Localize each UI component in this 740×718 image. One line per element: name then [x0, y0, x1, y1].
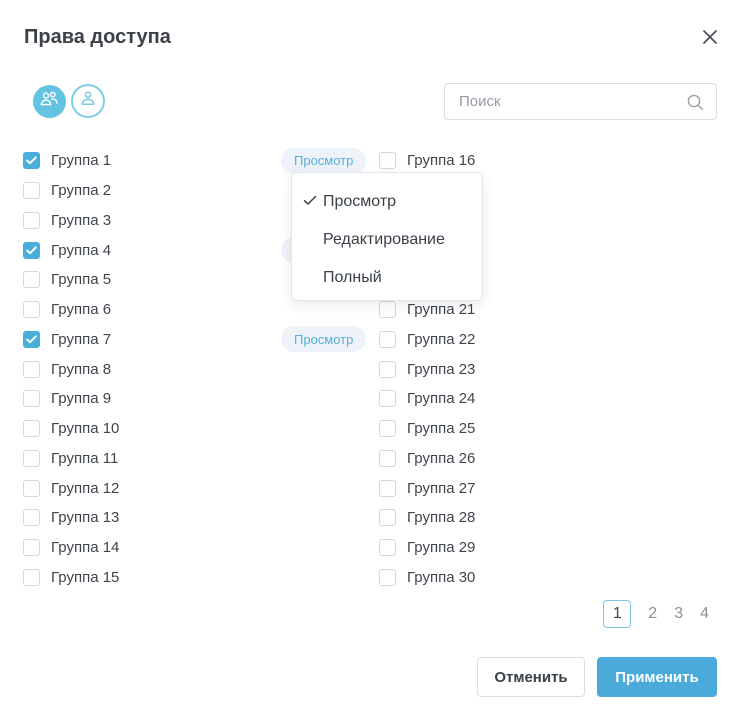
group-label: Группа 26	[407, 450, 475, 467]
apply-button[interactable]: Применить	[597, 657, 717, 697]
group-row: Группа 28	[379, 503, 579, 533]
group-label: Группа 3	[51, 212, 111, 229]
group-row: Группа 24	[379, 384, 579, 414]
group-label: Группа 11	[51, 450, 118, 467]
group-label: Группа 7	[51, 331, 111, 348]
group-checkbox[interactable]	[379, 301, 396, 318]
group-checkbox[interactable]	[379, 569, 396, 586]
group-label: Группа 4	[51, 242, 111, 259]
pagination-page-2[interactable]: 2	[648, 605, 657, 623]
group-checkbox[interactable]	[23, 212, 40, 229]
pagination-page-3[interactable]: 3	[674, 605, 683, 623]
search-field	[444, 83, 717, 120]
close-button[interactable]	[699, 28, 721, 50]
group-label: Группа 8	[51, 361, 111, 378]
group-label: Группа 21	[407, 301, 475, 318]
group-checkbox[interactable]	[379, 539, 396, 556]
group-label: Группа 5	[51, 271, 111, 288]
group-checkbox[interactable]	[379, 152, 396, 169]
modal-title: Права доступа	[24, 26, 171, 49]
search-icon	[686, 93, 705, 117]
group-row: Группа 7 Просмотр	[23, 325, 381, 355]
group-row: Группа 25	[379, 414, 579, 444]
group-checkbox[interactable]	[379, 450, 396, 467]
group-label: Группа 10	[51, 420, 119, 437]
group-row: Группа 8	[23, 354, 381, 384]
users-tab-button[interactable]	[71, 84, 105, 118]
group-row: Группа 12	[23, 473, 381, 503]
group-checkbox[interactable]	[23, 569, 40, 586]
access-level-badge[interactable]: Просмотр	[281, 148, 366, 174]
group-checkbox[interactable]	[23, 539, 40, 556]
group-row: Группа 23	[379, 354, 579, 384]
group-checkbox[interactable]	[23, 152, 40, 169]
group-label: Группа 6	[51, 301, 111, 318]
group-checkbox[interactable]	[379, 480, 396, 497]
dropdown-option[interactable]: Полный	[292, 259, 482, 297]
group-label: Группа 28	[407, 509, 475, 526]
access-rights-modal: Права доступа	[0, 0, 740, 718]
group-checkbox[interactable]	[23, 242, 40, 259]
dropdown-option-label: Полный	[323, 269, 382, 287]
group-checkbox[interactable]	[23, 182, 40, 199]
group-label: Группа 14	[51, 539, 119, 556]
dropdown-option-label: Просмотр	[323, 193, 396, 211]
close-icon	[702, 29, 718, 50]
group-row: Группа 15	[23, 563, 381, 593]
groups-icon	[40, 91, 59, 112]
group-row: Группа 10	[23, 414, 381, 444]
group-row: Группа 30	[379, 563, 579, 593]
group-label: Группа 24	[407, 390, 475, 407]
group-checkbox[interactable]	[23, 509, 40, 526]
group-checkbox[interactable]	[23, 390, 40, 407]
group-label: Группа 25	[407, 420, 475, 437]
cancel-button[interactable]: Отменить	[477, 657, 585, 697]
group-label: Группа 1	[51, 152, 111, 169]
group-label: Группа 29	[407, 539, 475, 556]
group-label: Группа 12	[51, 480, 119, 497]
dropdown-option[interactable]: Просмотр	[292, 183, 482, 221]
group-checkbox[interactable]	[379, 390, 396, 407]
group-label: Группа 16	[407, 152, 475, 169]
group-row: Группа 9	[23, 384, 381, 414]
group-checkbox[interactable]	[23, 331, 40, 348]
group-row: Группа 22	[379, 325, 579, 355]
group-label: Группа 15	[51, 569, 119, 586]
group-checkbox[interactable]	[379, 420, 396, 437]
group-label: Группа 9	[51, 390, 111, 407]
group-row: Группа 27	[379, 473, 579, 503]
group-row: Группа 13	[23, 503, 381, 533]
group-row: Группа 29	[379, 533, 579, 563]
dropdown-option-label: Редактирование	[323, 231, 445, 249]
group-checkbox[interactable]	[23, 271, 40, 288]
dropdown-option[interactable]: Редактирование	[292, 221, 482, 259]
group-checkbox[interactable]	[23, 361, 40, 378]
group-row: Группа 26	[379, 444, 579, 474]
access-level-badge[interactable]: Просмотр	[281, 326, 366, 352]
search-input[interactable]	[445, 84, 684, 119]
group-row: Группа 14	[23, 533, 381, 563]
group-checkbox[interactable]	[23, 480, 40, 497]
group-checkbox[interactable]	[379, 509, 396, 526]
access-level-dropdown: Просмотр Редактирование Полный	[291, 172, 483, 301]
group-checkbox[interactable]	[23, 420, 40, 437]
pagination-page-4[interactable]: 4	[700, 605, 709, 623]
group-row: Группа 11	[23, 444, 381, 474]
pagination-page-1[interactable]: 1	[603, 600, 631, 628]
group-checkbox[interactable]	[379, 361, 396, 378]
groups-tab-button[interactable]	[33, 85, 66, 118]
group-checkbox[interactable]	[23, 301, 40, 318]
group-label: Группа 22	[407, 331, 475, 348]
group-checkbox[interactable]	[23, 450, 40, 467]
group-checkbox[interactable]	[379, 331, 396, 348]
group-label: Группа 13	[51, 509, 119, 526]
selected-check-icon	[303, 193, 317, 211]
user-icon	[80, 90, 96, 112]
group-label: Группа 27	[407, 480, 475, 497]
group-label: Группа 2	[51, 182, 111, 199]
group-label: Группа 30	[407, 569, 475, 586]
pagination: 1234	[603, 600, 709, 628]
group-label: Группа 23	[407, 361, 475, 378]
